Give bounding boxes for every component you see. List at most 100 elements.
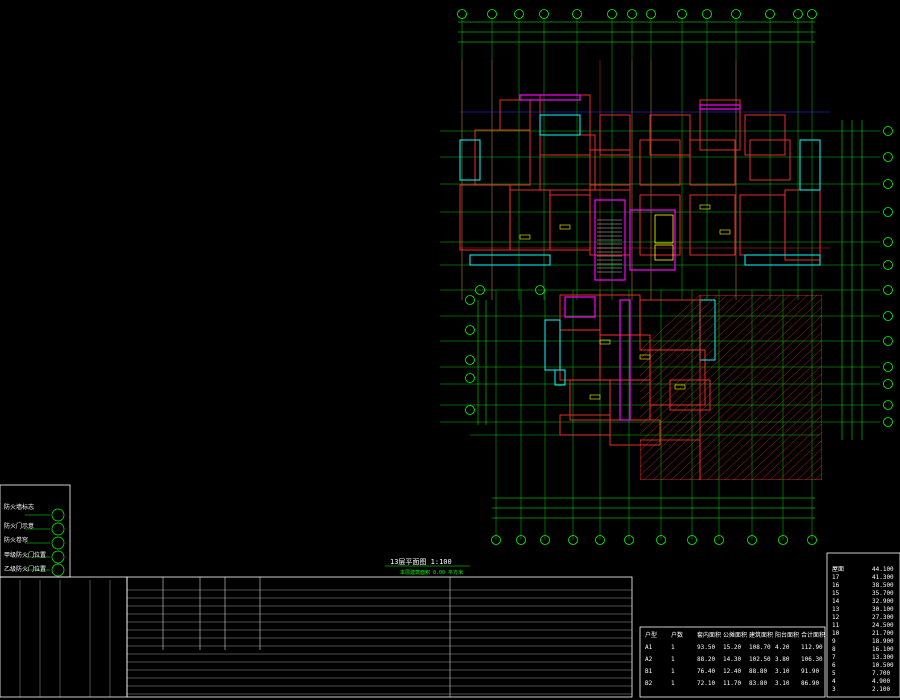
room-wall <box>539 94 591 156</box>
room-label-mark <box>559 224 571 230</box>
room-label-mark <box>699 204 711 210</box>
axis-bubbles <box>457 9 893 545</box>
hatch-line <box>715 381 822 480</box>
axis-bubble <box>883 179 893 189</box>
hatch-line <box>640 295 764 410</box>
table-header: 合计面积 <box>801 632 826 639</box>
window <box>459 139 481 181</box>
window <box>544 319 561 371</box>
axis-bubble <box>646 9 656 19</box>
room-wall <box>549 194 591 251</box>
notes-tables <box>0 484 900 698</box>
hatch-line <box>640 295 719 368</box>
level-row-cell: 7 <box>832 654 836 661</box>
legend-item: 防火墙标志 <box>4 504 35 511</box>
room-wall <box>744 114 786 156</box>
area-row-cell: 88.80 <box>749 668 768 675</box>
axis-bubble <box>465 373 475 383</box>
area-row-cell: 11.70 <box>723 680 742 687</box>
cad-drawing-canvas[interactable] <box>0 0 900 700</box>
room-wall <box>569 379 611 421</box>
room-wall <box>564 296 596 318</box>
level-row-cell: 14 <box>832 598 840 605</box>
axis-bubble <box>883 207 893 217</box>
room-wall <box>559 329 601 381</box>
hatch-line <box>733 398 822 480</box>
axis-bubble <box>883 285 893 295</box>
axis-bubble <box>883 126 893 136</box>
level-row-cell: 30.100 <box>872 606 894 613</box>
room-wall <box>519 94 581 101</box>
area-row-cell: 93.50 <box>697 644 716 651</box>
axis-bubble <box>627 9 637 19</box>
hatch-line <box>640 295 746 393</box>
table-header: 建筑面积 <box>749 632 774 639</box>
elevator-shaft <box>654 244 674 261</box>
axis-bubble <box>883 237 893 247</box>
room-wall <box>699 99 741 151</box>
axis-bubble <box>465 325 475 335</box>
hatch-line <box>640 295 782 426</box>
level-row-cell: 15 <box>832 590 840 597</box>
level-row-cell: 4.900 <box>872 678 891 685</box>
hatch-line <box>652 323 822 480</box>
hatch-line <box>640 295 737 385</box>
level-row-cell: 11 <box>832 622 840 629</box>
room-wall <box>609 419 661 446</box>
area-row-cell: 3.80 <box>775 656 790 663</box>
axis-bubble <box>457 9 467 19</box>
symbol-table-border <box>0 576 128 698</box>
axis-bubble <box>487 9 497 19</box>
area-row-cell: 108.70 <box>749 644 771 651</box>
area-row-cell: 3.10 <box>775 668 790 675</box>
hatch-line <box>851 295 900 480</box>
area-row-cell: B2 <box>645 680 653 687</box>
room-wall <box>739 194 786 256</box>
area-row-cell: 112.90 <box>801 644 823 651</box>
area-row-cell: 15.20 <box>723 644 742 651</box>
axis-bubble <box>793 9 803 19</box>
legend-item: 乙级防火门位置 <box>4 566 47 573</box>
axis-grid-lines <box>440 18 880 540</box>
room-wall <box>474 129 531 186</box>
hatch-line <box>640 295 710 360</box>
level-row-cell: 17 <box>832 574 840 581</box>
axis-bubble <box>702 9 712 19</box>
axis-bubble <box>465 295 475 305</box>
level-row-cell: 2.100 <box>872 686 891 693</box>
room-wall <box>699 104 741 110</box>
level-row-cell: 32.900 <box>872 598 894 605</box>
room-wall <box>599 114 631 156</box>
axis-bubble <box>514 9 524 19</box>
legend-symbol <box>51 536 65 550</box>
table-header: 阳台面积 <box>775 632 800 639</box>
hatch-line <box>640 295 818 459</box>
level-row-cell: 13 <box>832 606 840 613</box>
level-row-cell: 6 <box>832 662 836 669</box>
hatch-line <box>796 456 822 480</box>
hatch-line <box>860 295 900 480</box>
room-wall <box>619 299 631 421</box>
area-row-cell: A1 <box>645 644 653 651</box>
area-row-cell: A2 <box>645 656 653 663</box>
axis-bubble <box>883 336 893 346</box>
hatch-boundary <box>640 439 701 480</box>
wall-outlines <box>459 94 821 446</box>
drawing-subtitle: 本层建筑面积 0.00 平方米 <box>400 570 464 576</box>
room-wall <box>649 114 691 156</box>
room-wall <box>559 414 611 436</box>
legend-symbol <box>51 550 65 564</box>
window <box>539 114 581 136</box>
room-wall <box>649 349 706 406</box>
axis-bubble <box>765 9 775 19</box>
hatch-line <box>742 406 822 480</box>
room-wall <box>689 194 736 256</box>
axis-bubble <box>607 9 617 19</box>
legend-item: 甲级防火门位置 <box>4 552 47 559</box>
level-row-cell: 3 <box>832 686 836 693</box>
level-row-cell: 44.100 <box>872 566 894 573</box>
room-wall <box>499 99 531 131</box>
axis-bubble <box>677 9 687 19</box>
legend-symbol <box>51 508 65 522</box>
axis-bubble <box>465 355 475 365</box>
